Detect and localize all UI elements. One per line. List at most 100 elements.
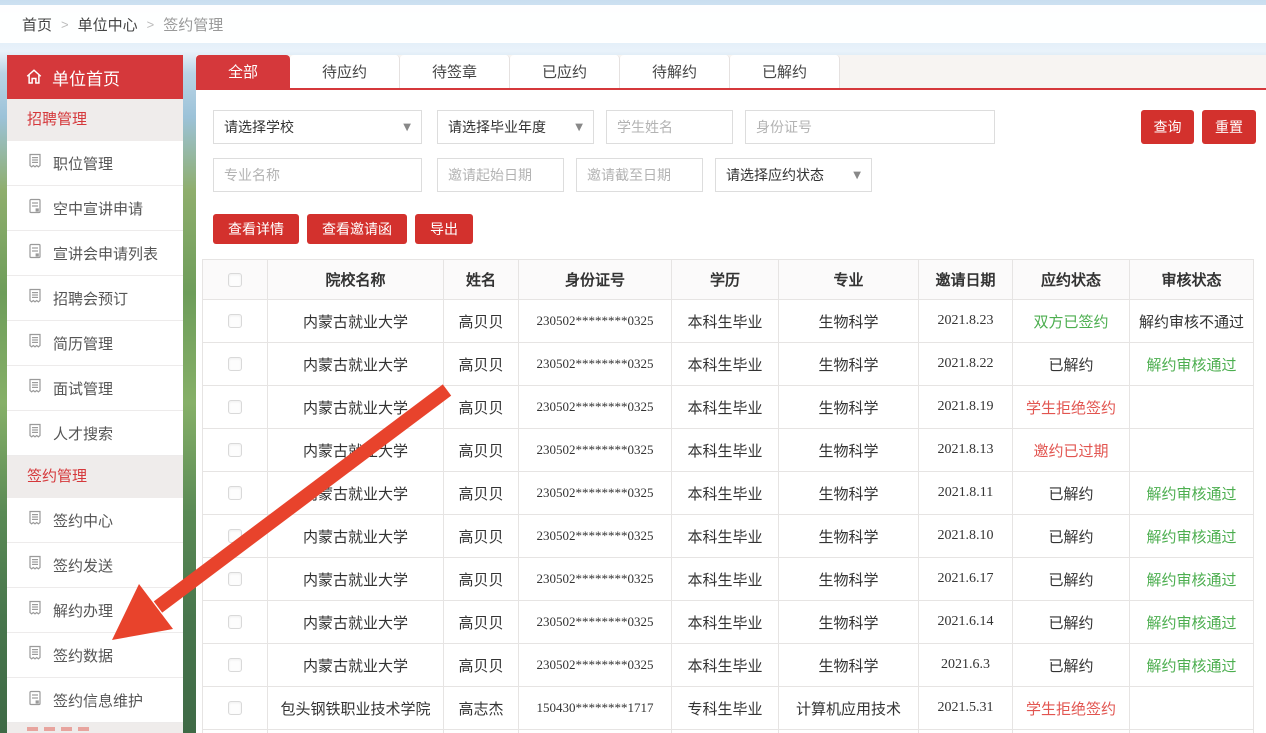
filter-panel: 请选择学校▼请选择毕业年度▼学生姓名身份证号 专业名称邀请起始日期邀请截至日期请…: [196, 90, 1266, 192]
form-icon: [27, 198, 43, 219]
response-status-select[interactable]: 请选择应约状态▼: [715, 158, 872, 192]
id-number-input[interactable]: 身份证号: [745, 110, 995, 144]
sidebar-item-宣讲会申请列表[interactable]: 宣讲会申请列表: [7, 231, 183, 276]
name-cell: 高贝贝: [444, 429, 519, 472]
sidebar-item-人才搜索[interactable]: 人才搜索: [7, 411, 183, 456]
table-row: 内蒙古就业大学高贝贝230502********0325本科生毕业生物科学202…: [203, 386, 1254, 429]
response-status-select-value: 请选择应约状态: [726, 165, 824, 185]
school-cell: 内蒙古就业大学: [268, 386, 444, 429]
row-checkbox[interactable]: [228, 658, 242, 672]
breadcrumb-item-1[interactable]: 首页: [22, 14, 52, 35]
column-header-院校名称: 院校名称: [268, 260, 444, 300]
id-number-cell: 230502********0325: [519, 343, 672, 386]
column-header-审核状态: 审核状态: [1130, 260, 1254, 300]
row-checkbox[interactable]: [228, 400, 242, 414]
invite-date-cell: 2021.5.31: [919, 687, 1013, 730]
sidebar-item-label: 招聘会预订: [53, 288, 128, 309]
sidebar-item-解约办理[interactable]: 解约办理: [7, 588, 183, 633]
row-checkbox[interactable]: [228, 314, 242, 328]
school-cell: 内蒙古就业大学: [268, 601, 444, 644]
column-header-应约状态: 应约状态: [1013, 260, 1130, 300]
receipt-icon: [27, 600, 43, 621]
school-cell: 内蒙古就业大学: [268, 300, 444, 343]
name-cell: 高志杰: [444, 687, 519, 730]
response-status-cell: 已解约: [1013, 644, 1130, 687]
sidebar-item-label: 签约信息维护: [53, 690, 143, 711]
name-cell: 高贝贝: [444, 515, 519, 558]
view-detail-button[interactable]: 查看详情: [213, 214, 299, 244]
row-checkbox[interactable]: [228, 529, 242, 543]
row-checkbox[interactable]: [228, 572, 242, 586]
breadcrumb-item-2[interactable]: 单位中心: [78, 14, 138, 35]
sidebar-item-签约中心[interactable]: 签约中心: [7, 498, 183, 543]
degree-cell: 本科生毕业: [672, 472, 779, 515]
invite-date-cell: 2021.5.27: [919, 730, 1013, 733]
sidebar-item-简历管理[interactable]: 简历管理: [7, 321, 183, 366]
sign-records-table: 院校名称姓名身份证号学历专业邀请日期应约状态审核状态 内蒙古就业大学高贝贝230…: [202, 259, 1254, 733]
tab-pending-response[interactable]: 待应约: [290, 55, 400, 88]
row-checkbox[interactable]: [228, 615, 242, 629]
tab-pending-seal[interactable]: 待签章: [400, 55, 510, 88]
response-status-cell: 已解约: [1013, 515, 1130, 558]
receipt-icon: [27, 153, 43, 174]
invite-end-date-input[interactable]: 邀请截至日期: [576, 158, 703, 192]
table-row: 内蒙古就业大学高贝贝230502********0325本科生毕业生物科学202…: [203, 558, 1254, 601]
tab-responded[interactable]: 已应约: [510, 55, 620, 88]
sidebar-item-面试管理[interactable]: 面试管理: [7, 366, 183, 411]
degree-cell: 本科生毕业: [672, 300, 779, 343]
sidebar-header[interactable]: 单位首页: [7, 55, 183, 99]
invite-date-cell: 2021.8.22: [919, 343, 1013, 386]
view-invitation-button[interactable]: 查看邀请函: [307, 214, 407, 244]
school-cell: 内蒙古就业大学: [268, 558, 444, 601]
sidebar-item-label: 解约办理: [53, 600, 113, 621]
name-cell: 高贝贝: [444, 730, 519, 733]
sidebar-item-空中宣讲申请[interactable]: 空中宣讲申请: [7, 186, 183, 231]
column-header-学历: 学历: [672, 260, 779, 300]
sidebar-item-签约发送[interactable]: 签约发送: [7, 543, 183, 588]
row-checkbox[interactable]: [228, 357, 242, 371]
reset-button[interactable]: 重置: [1202, 110, 1256, 144]
select-all-checkbox[interactable]: [228, 273, 242, 287]
chevron-down-icon: ▼: [403, 122, 411, 133]
receipt-icon: [27, 510, 43, 531]
form-icon: [27, 243, 43, 264]
sidebar-item-label: 面试管理: [53, 378, 113, 399]
row-checkbox[interactable]: [228, 486, 242, 500]
degree-cell: 本科生毕业: [672, 730, 779, 733]
sidebar-item-招聘会预订[interactable]: 招聘会预订: [7, 276, 183, 321]
response-status-cell: 已解约: [1013, 343, 1130, 386]
id-number-cell: 230502********0325: [519, 300, 672, 343]
major-cell: 生物科学: [779, 472, 919, 515]
column-header-邀请日期: 邀请日期: [919, 260, 1013, 300]
name-cell: 高贝贝: [444, 644, 519, 687]
student-name-input[interactable]: 学生姓名: [606, 110, 733, 144]
invite-start-date-input[interactable]: 邀请起始日期: [437, 158, 564, 192]
school-select[interactable]: 请选择学校▼: [213, 110, 422, 144]
major-cell: 生物科学: [779, 429, 919, 472]
sidebar-item-签约信息维护[interactable]: 签约信息维护: [7, 678, 183, 723]
tab-terminated[interactable]: 已解约: [730, 55, 840, 88]
name-cell: 高贝贝: [444, 601, 519, 644]
row-checkbox[interactable]: [228, 443, 242, 457]
major-input[interactable]: 专业名称: [213, 158, 422, 192]
row-checkbox-cell: [203, 644, 268, 687]
breadcrumb-item-3: 签约管理: [163, 14, 223, 35]
row-checkbox[interactable]: [228, 701, 242, 715]
id-number-cell: 230502********0325: [519, 429, 672, 472]
breadcrumb: 首页>单位中心>签约管理: [0, 5, 1266, 43]
grad-year-select[interactable]: 请选择毕业年度▼: [437, 110, 594, 144]
invite-date-cell: 2021.6.14: [919, 601, 1013, 644]
tab-pending-termination[interactable]: 待解约: [620, 55, 730, 88]
export-button[interactable]: 导出: [415, 214, 473, 244]
invite-date-cell: 2021.8.23: [919, 300, 1013, 343]
select-all-checkbox-cell: [203, 260, 268, 300]
table-row: 内蒙古就业大学高贝贝230502********0325本科生毕业生物科学202…: [203, 343, 1254, 386]
sidebar-item-职位管理[interactable]: 职位管理: [7, 141, 183, 186]
review-status-cell: 解约审核通过: [1130, 343, 1254, 386]
breadcrumb-separator: >: [61, 17, 69, 32]
sidebar-section-2-header: 签约管理: [7, 456, 183, 498]
sidebar-item-签约数据[interactable]: 签约数据: [7, 633, 183, 678]
table-row: 内蒙古就业大学高贝贝230502********0325本科生毕业生物科学202…: [203, 644, 1254, 687]
search-button[interactable]: 查询: [1141, 110, 1194, 144]
tab-all[interactable]: 全部: [196, 55, 290, 88]
